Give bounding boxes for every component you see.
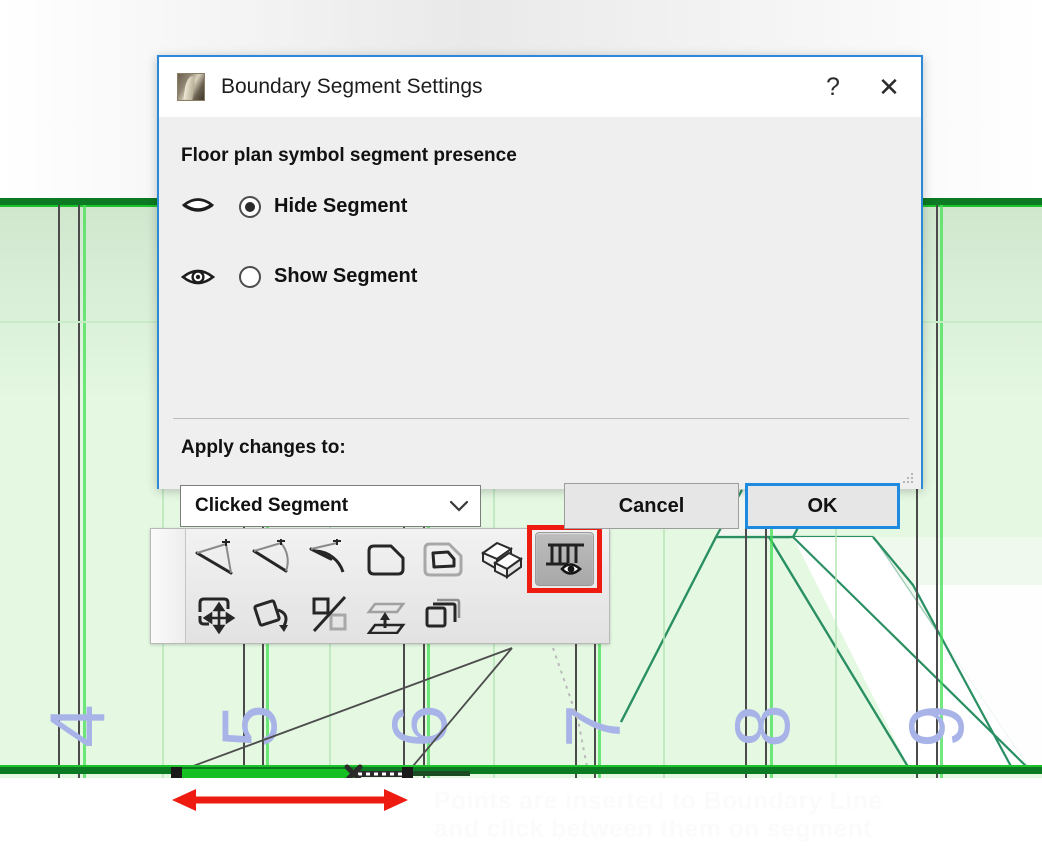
dialog-title: Boundary Segment Settings	[221, 75, 483, 99]
eye-closed-icon-slot	[181, 196, 239, 218]
multiply-icon	[421, 594, 465, 634]
selected-segment	[176, 769, 354, 779]
grid-label-5: 5	[205, 704, 293, 747]
radio-row-show-segment[interactable]: Show Segment	[181, 265, 417, 288]
offset-polygon-tool-button[interactable]	[414, 533, 471, 585]
grid-label-6: 6	[375, 704, 463, 747]
dialog-divider	[173, 418, 909, 419]
rotate-icon	[250, 594, 294, 634]
grid-label-8: 8	[718, 704, 806, 747]
dialog-body: Floor plan symbol segment presence Hide …	[159, 117, 921, 489]
dialog-titlebar[interactable]: Boundary Segment Settings ? ✕	[159, 57, 921, 117]
cancel-button[interactable]: Cancel	[564, 483, 739, 529]
resize-grip[interactable]	[901, 471, 915, 485]
eye-closed-icon	[181, 196, 215, 218]
radio-hide-segment[interactable]	[239, 196, 261, 218]
grid-label-7: 7	[549, 704, 637, 747]
radio-row-hide-segment[interactable]: Hide Segment	[181, 195, 407, 218]
palette-drag-grip[interactable]	[151, 529, 186, 643]
angle-icon	[193, 539, 237, 579]
radio-show-segment[interactable]	[239, 266, 261, 288]
mirror-tool-button[interactable]	[300, 588, 357, 640]
tangent-arc-icon	[307, 539, 351, 579]
solid-element-tool-button[interactable]	[471, 533, 528, 585]
offset-polygon-icon	[421, 539, 465, 579]
apply-changes-label: Apply changes to:	[181, 437, 346, 459]
drag-tool-button[interactable]	[186, 588, 243, 640]
hint-line-1: Points are inserted to Boundary Line	[434, 786, 882, 816]
archicad-app-icon	[177, 73, 205, 101]
mirror-icon	[307, 594, 351, 634]
apply-changes-select[interactable]: Clicked Segment	[180, 485, 481, 527]
rotate-tool-button[interactable]	[243, 588, 300, 640]
close-icon[interactable]: ✕	[861, 58, 917, 116]
grid-label-9: 9	[892, 704, 980, 747]
polygon-tool-button[interactable]	[357, 533, 414, 585]
section-heading: Floor plan symbol segment presence	[181, 145, 553, 167]
drag-icon	[193, 594, 237, 634]
elevate-tool-button[interactable]	[357, 588, 414, 640]
elevate-icon	[363, 594, 409, 634]
chevron-down-icon	[448, 499, 470, 513]
palette-separator	[531, 537, 532, 581]
eye-open-icon	[181, 266, 215, 288]
eye-open-icon-slot	[181, 266, 239, 288]
boundary-segment-settings-dialog[interactable]: Boundary Segment Settings ? ✕ Floor plan…	[157, 55, 923, 489]
multiply-tool-button[interactable]	[414, 588, 471, 640]
polygon-icon	[364, 539, 408, 579]
radio-show-segment-label: Show Segment	[274, 265, 417, 288]
ok-button[interactable]: OK	[745, 483, 900, 529]
palette-row-2	[186, 586, 609, 641]
solid-element-icon	[477, 539, 523, 579]
boundary-segment-visibility-tool-button[interactable]	[535, 532, 594, 586]
angle-tool-button[interactable]	[186, 533, 243, 585]
radio-hide-segment-label: Hide Segment	[274, 195, 407, 218]
palette-row-1	[186, 531, 609, 586]
hint-line-2: and click between them on segment	[434, 814, 872, 844]
tool-palette[interactable]	[150, 528, 610, 644]
help-button[interactable]: ?	[805, 58, 861, 116]
tangent-arc-tool-button[interactable]	[300, 533, 357, 585]
apply-changes-select-value: Clicked Segment	[195, 495, 448, 517]
arc-angle-tool-button[interactable]	[243, 533, 300, 585]
boundary-segment-visibility-icon	[542, 539, 588, 579]
grid-label-4: 4	[33, 704, 121, 747]
arc-angle-icon	[250, 539, 294, 579]
